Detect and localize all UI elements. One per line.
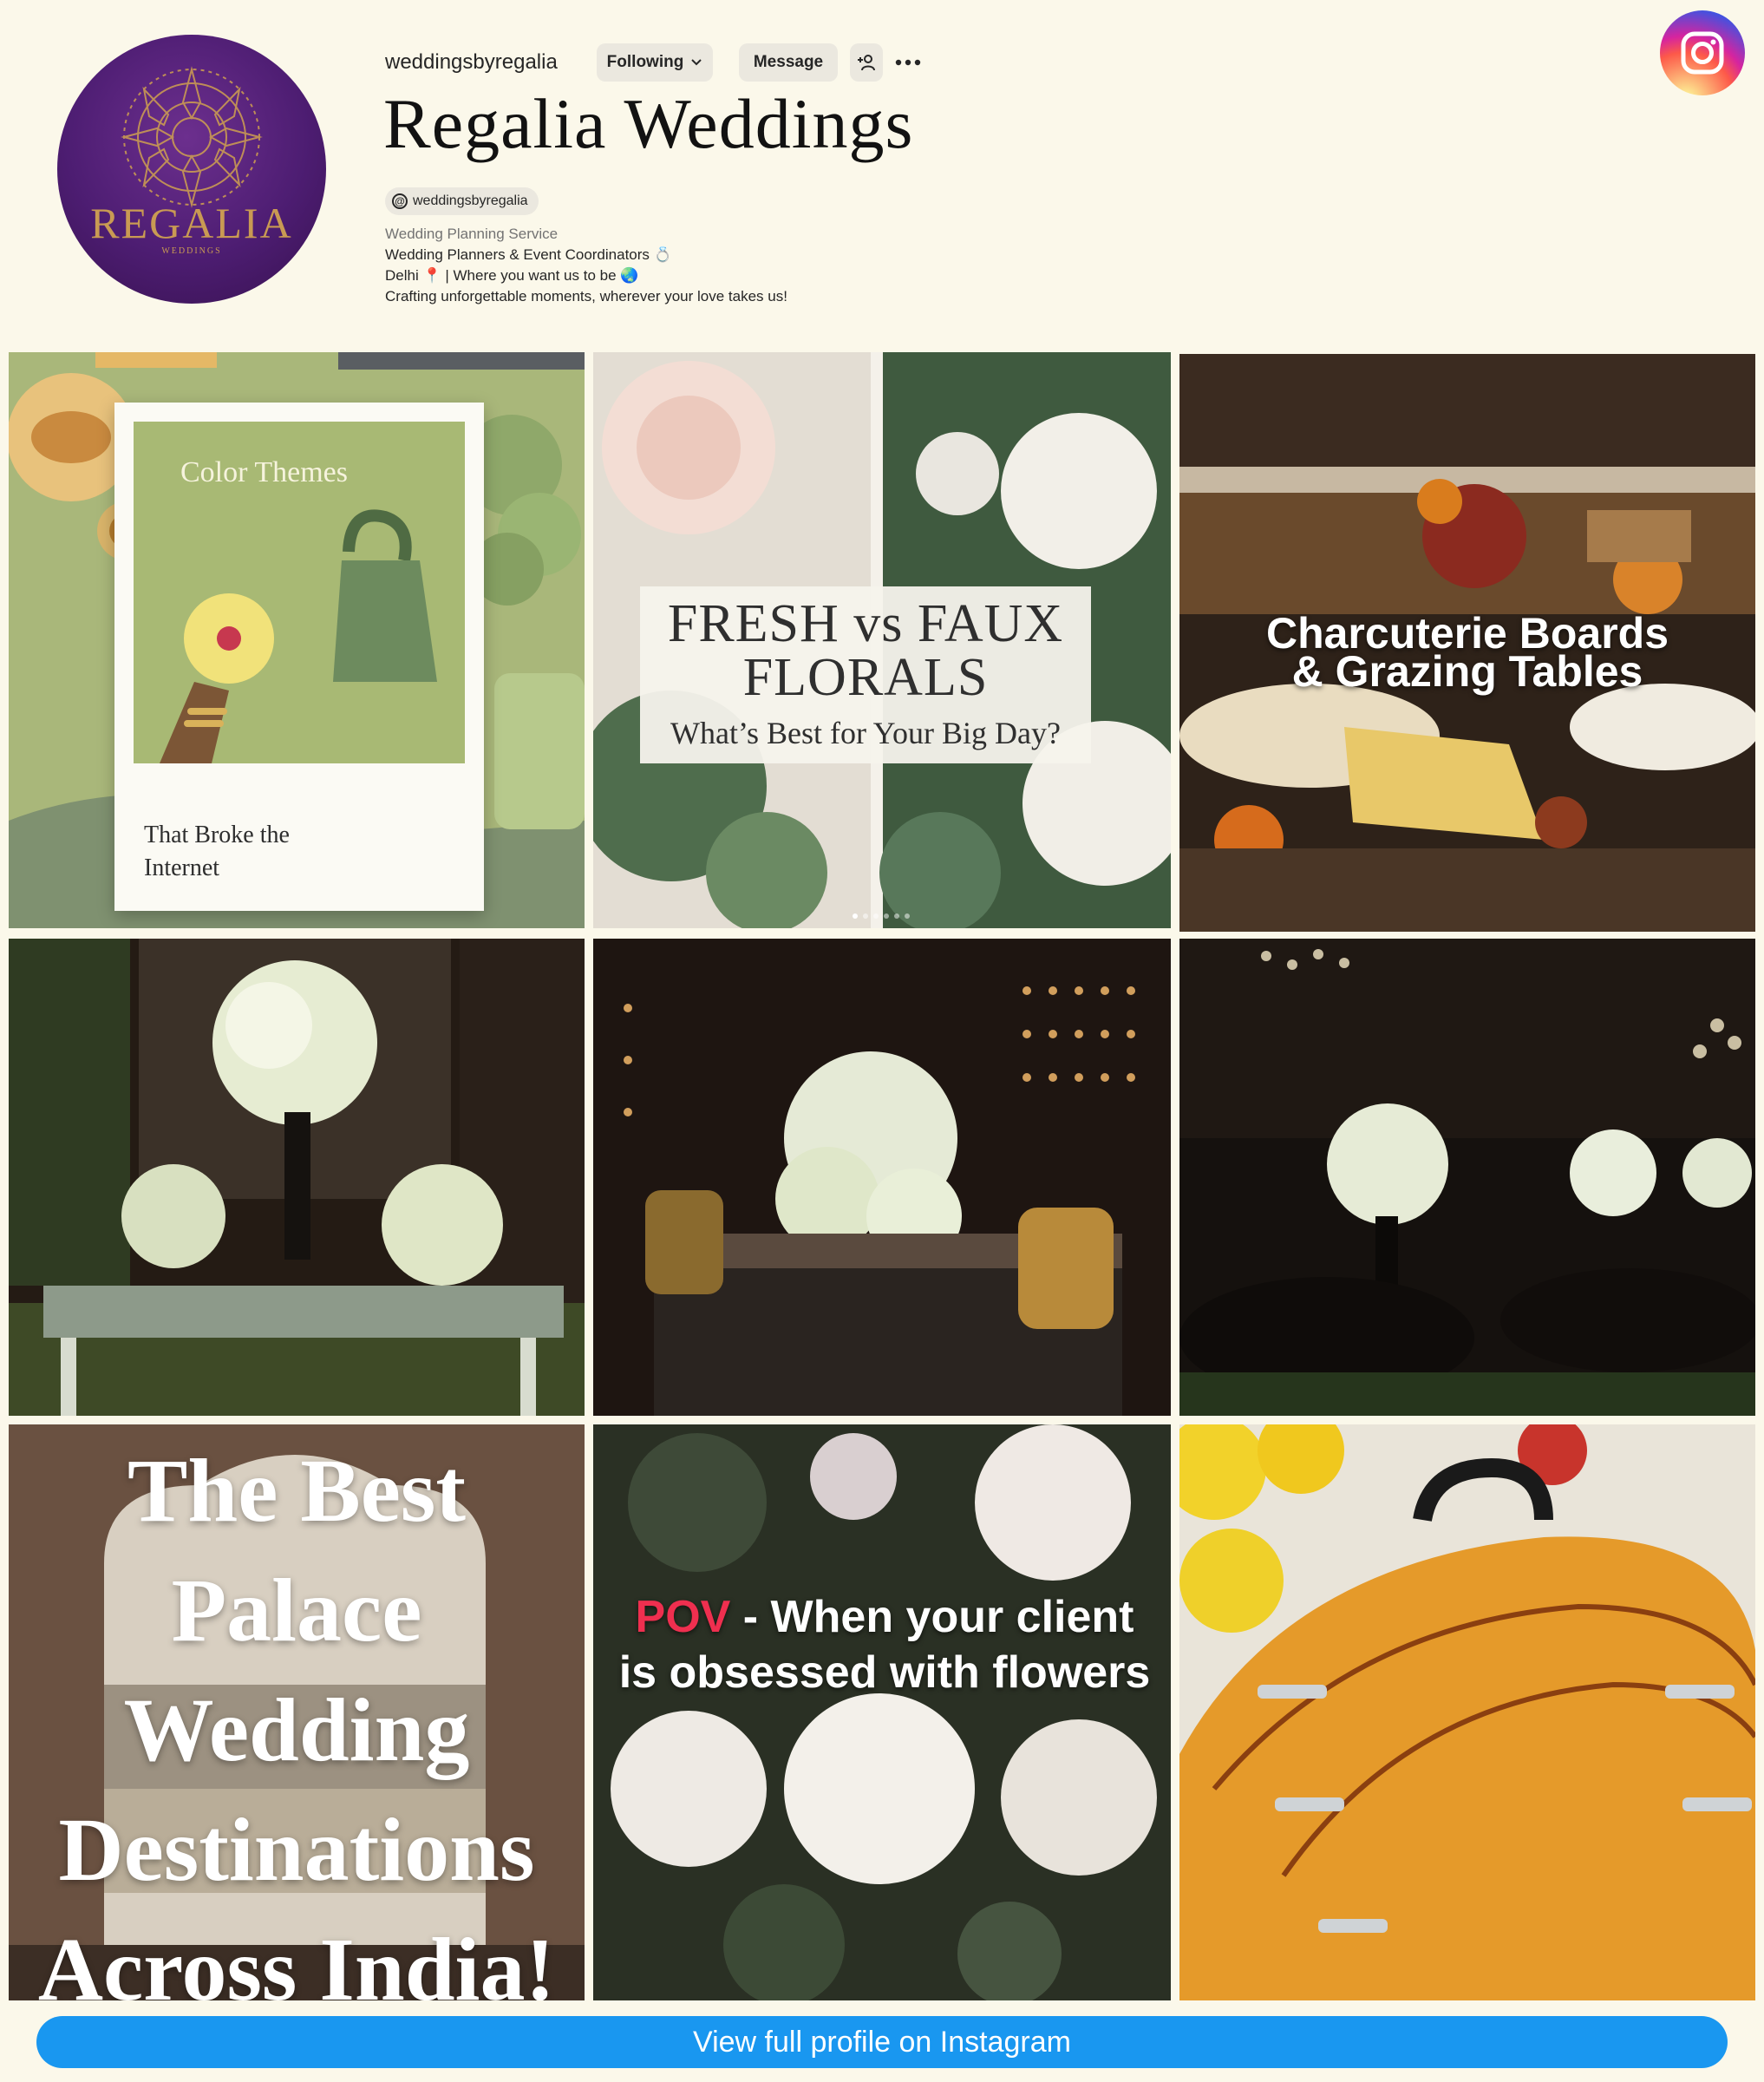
following-button[interactable]: Following	[597, 43, 713, 82]
post-title: The Best Palace Wedding Destinations Acr…	[9, 1424, 585, 2000]
card-photo: Color Themes	[134, 422, 465, 763]
headline-card: FRESH vs FAUX FLORALS What’s Best for Yo…	[640, 586, 1091, 763]
threads-handle: weddingsbyregalia	[413, 193, 528, 208]
caption-line-2: is obsessed with flowers	[618, 1647, 1151, 1698]
bio-category: Wedding Planning Service	[385, 226, 559, 242]
floral-arrangement-photo	[593, 939, 1171, 1416]
caption-line-1: - When your client	[730, 1592, 1134, 1642]
profile-avatar[interactable]: REGALIA WEDDINGS	[57, 35, 326, 304]
following-label: Following	[606, 53, 684, 71]
post-centerpiece-setup[interactable]	[9, 939, 585, 1416]
title-line-2: & Grazing Tables	[1291, 647, 1643, 696]
suggested-accounts-button[interactable]	[850, 43, 883, 82]
avatar-logo-sub: WEDDINGS	[161, 246, 222, 256]
white-flowers-photo	[593, 1424, 1171, 2000]
threads-icon: @	[392, 193, 408, 209]
profile-bio: Wedding Planning Service Wedding Planner…	[385, 224, 787, 307]
post-fresh-vs-faux[interactable]: FRESH vs FAUX FLORALS What’s Best for Yo…	[593, 352, 1171, 928]
post-title: Charcuterie Boards & Grazing Tables	[1179, 612, 1755, 696]
more-options-button[interactable]	[895, 45, 921, 75]
title-line-5: Across India!	[37, 1920, 556, 2000]
avatar-logo-word: REGALIA	[90, 199, 293, 247]
post-caption: POV - When your client is obsessed with …	[607, 1589, 1162, 1700]
subtitle-line-1: That Broke the	[144, 822, 290, 848]
message-label: Message	[753, 53, 824, 71]
chevron-down-icon	[691, 59, 702, 66]
bio-line-1: Wedding Planners & Event Coordinators 💍	[385, 246, 672, 263]
subtitle-line-2: Internet	[144, 854, 220, 881]
profile-display-name: Regalia Weddings	[383, 84, 914, 163]
title-line-1: The Best	[127, 1441, 466, 1541]
title-line-2: Palace	[171, 1561, 422, 1660]
bio-line-3: Crafting unforgettable moments, wherever…	[385, 288, 787, 304]
post-dholak[interactable]	[1179, 1424, 1755, 2000]
dholak-drum-photo	[1179, 1424, 1755, 2000]
post-charcuterie[interactable]: Charcuterie Boards & Grazing Tables	[1179, 354, 1755, 932]
post-color-themes[interactable]: Color Themes That Broke the Internet	[9, 352, 585, 928]
pov-label: POV	[635, 1592, 731, 1642]
title-line-3: Wedding	[123, 1680, 470, 1780]
post-palace-destinations[interactable]: The Best Palace Wedding Destinations Acr…	[9, 1424, 585, 2000]
message-button[interactable]: Message	[739, 43, 838, 82]
threads-badge[interactable]: @ weddingsbyregalia	[385, 187, 539, 215]
polaroid-card: Color Themes That Broke the Internet	[114, 403, 484, 911]
instagram-logo-icon[interactable]	[1660, 10, 1745, 95]
bio-line-2: Delhi 📍 | Where you want us to be 🌏	[385, 267, 639, 284]
view-full-profile-label: View full profile on Instagram	[693, 2025, 1071, 2059]
banquet-tables-photo	[1179, 939, 1755, 1416]
view-full-profile-button[interactable]: View full profile on Instagram	[36, 2016, 1728, 2068]
headline-subtitle: What’s Best for Your Big Day?	[670, 716, 1061, 750]
headline-line-1: FRESH vs FAUX	[667, 594, 1064, 653]
mandala-logo-icon	[121, 66, 263, 208]
profile-username: weddingsbyregalia	[385, 50, 558, 74]
post-title: Color Themes	[180, 456, 348, 488]
post-floral-arrangement[interactable]	[593, 939, 1171, 1416]
instagram-camera-icon	[1681, 31, 1724, 75]
floral-centerpiece-photo	[9, 939, 585, 1416]
post-pov-flowers[interactable]: POV - When your client is obsessed with …	[593, 1424, 1171, 2000]
add-person-icon	[858, 55, 875, 71]
post-subtitle: That Broke the Internet	[144, 819, 290, 885]
post-banquet-tables[interactable]	[1179, 939, 1755, 1416]
headline-line-2: FLORALS	[742, 648, 989, 707]
title-line-4: Destinations	[58, 1800, 535, 1900]
carousel-dots-icon	[853, 913, 910, 919]
more-horizontal-icon	[895, 59, 921, 66]
